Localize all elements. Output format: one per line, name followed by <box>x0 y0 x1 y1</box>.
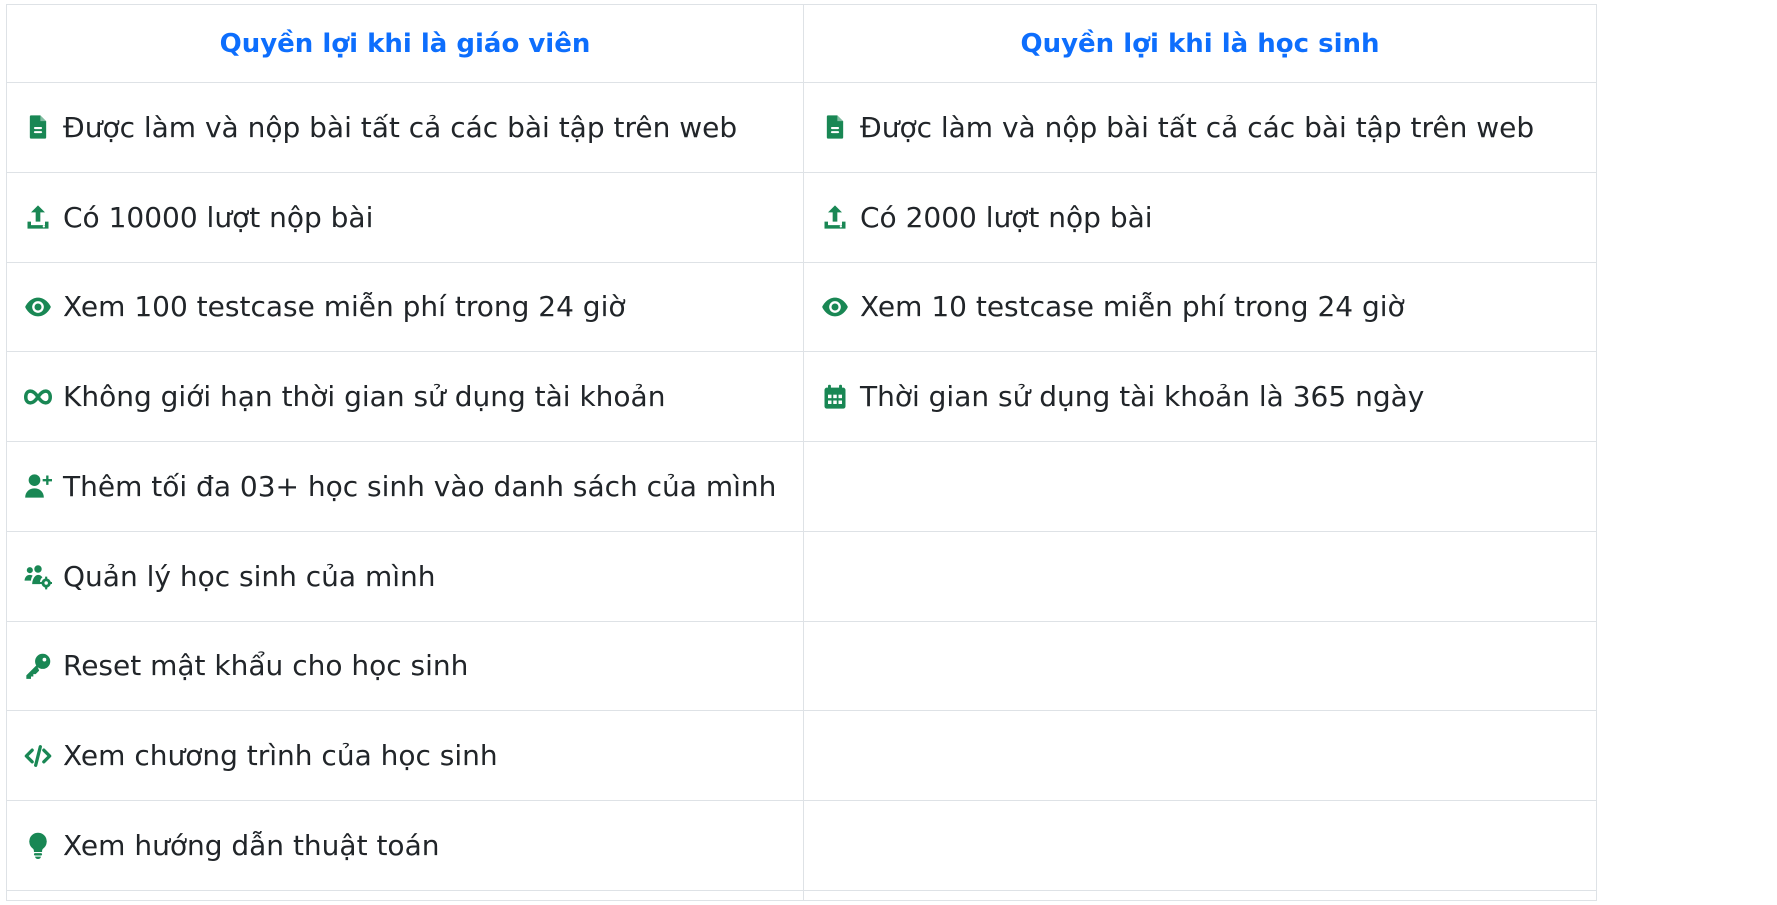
calendar-icon <box>820 382 850 412</box>
eye-icon <box>23 292 53 322</box>
benefit-label: Có 10000 lượt nộp bài <box>63 200 374 234</box>
code-icon <box>23 741 53 771</box>
users-gear-icon <box>23 561 53 591</box>
benefit-label: Thời gian sử dụng tài khoản là 365 ngày <box>860 380 1425 414</box>
benefit-label: Reset mật khẩu cho học sinh <box>63 649 469 683</box>
empty-cell <box>803 620 1597 712</box>
table-row: Reset mật khẩu cho học sinh <box>6 620 1597 712</box>
table-row: Quản lý học sinh của mình <box>6 530 1597 622</box>
benefit-label: Xem chương trình của học sinh <box>63 739 498 773</box>
table-row: Được làm và nộp bài tất cả các bài tập t… <box>6 82 1597 173</box>
lightbulb-icon <box>23 830 53 860</box>
empty-cell <box>803 441 1597 532</box>
empty-cell <box>803 889 1597 902</box>
teacher-benefit-cell: Xem hướng dẫn thuật toán <box>6 800 804 891</box>
benefit-label: Được làm và nộp bài tất cả các bài tập t… <box>63 110 738 144</box>
upload-icon <box>820 202 850 232</box>
student-benefits-header: Quyền lợi khi là học sinh <box>803 4 1597 83</box>
teacher-benefit-cell: Có 10000 lượt nộp bài <box>6 171 804 263</box>
teacher-benefit-cell: Không giới hạn thời gian sử dụng tài kho… <box>6 351 804 442</box>
table-row: Không giới hạn thời gian sử dụng tài kho… <box>6 351 1597 442</box>
teacher-benefit-cell: Thêm tối đa 03+ học sinh vào danh sách c… <box>6 441 804 532</box>
student-benefit-cell: Xem 10 testcase miễn phí trong 24 giờ <box>803 261 1597 353</box>
empty-cell <box>6 889 804 902</box>
student-benefit-cell: Thời gian sử dụng tài khoản là 365 ngày <box>803 351 1597 442</box>
eye-icon <box>820 292 850 322</box>
upload-icon <box>23 202 53 232</box>
key-icon <box>23 651 53 681</box>
empty-cell <box>803 800 1597 891</box>
header-row: Quyền lợi khi là giáo viên Quyền lợi khi… <box>6 4 1597 83</box>
benefit-label: Được làm và nộp bài tất cả các bài tập t… <box>860 110 1535 144</box>
teacher-benefit-cell: Được làm và nộp bài tất cả các bài tập t… <box>6 82 804 173</box>
benefit-label: Xem hướng dẫn thuật toán <box>63 828 440 862</box>
teacher-benefits-header: Quyền lợi khi là giáo viên <box>6 4 804 83</box>
file-icon <box>820 112 850 142</box>
benefit-label: Xem 100 testcase miễn phí trong 24 giờ <box>63 290 626 324</box>
teacher-benefit-cell: Reset mật khẩu cho học sinh <box>6 620 804 712</box>
table-row: Xem chương trình của học sinh <box>6 710 1597 801</box>
table-row: Xem hướng dẫn thuật toán <box>6 800 1597 891</box>
empty-cell <box>803 710 1597 801</box>
benefits-table: Quyền lợi khi là giáo viên Quyền lợi khi… <box>6 4 1597 902</box>
teacher-benefit-cell: Quản lý học sinh của mình <box>6 530 804 622</box>
benefit-label: Thêm tối đa 03+ học sinh vào danh sách c… <box>63 469 777 503</box>
teacher-benefit-cell: Xem 100 testcase miễn phí trong 24 giờ <box>6 261 804 353</box>
benefit-label: Xem 10 testcase miễn phí trong 24 giờ <box>860 290 1405 324</box>
table-row: Xem 100 testcase miễn phí trong 24 giờ X… <box>6 261 1597 353</box>
user-plus-icon <box>23 471 53 501</box>
empty-cell <box>803 530 1597 622</box>
benefit-label: Có 2000 lượt nộp bài <box>860 200 1153 234</box>
student-benefit-cell: Được làm và nộp bài tất cả các bài tập t… <box>803 82 1597 173</box>
table-row: Thêm tối đa 03+ học sinh vào danh sách c… <box>6 441 1597 532</box>
benefit-label: Quản lý học sinh của mình <box>63 559 436 593</box>
file-icon <box>23 112 53 142</box>
table-row: Có 10000 lượt nộp bài Có 2000 lượt nộp b… <box>6 171 1597 263</box>
benefit-label: Không giới hạn thời gian sử dụng tài kho… <box>63 380 666 414</box>
table-row <box>6 889 1597 902</box>
infinity-icon <box>23 382 53 412</box>
student-benefit-cell: Có 2000 lượt nộp bài <box>803 171 1597 263</box>
teacher-benefit-cell: Xem chương trình của học sinh <box>6 710 804 801</box>
